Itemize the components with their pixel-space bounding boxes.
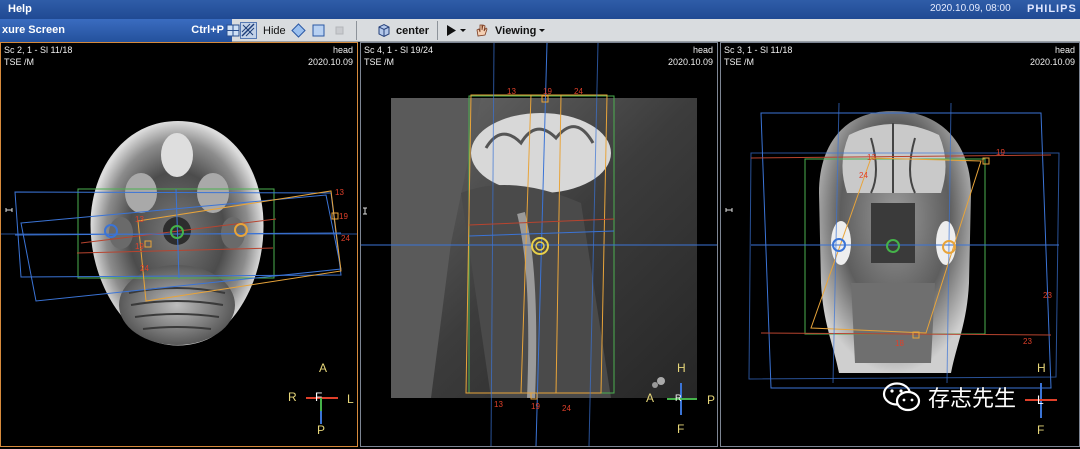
stack-number-label: 13: [335, 188, 344, 197]
watermark-text: 存志先生: [928, 387, 1017, 412]
orientation-top: H: [1037, 361, 1046, 375]
orientation-right: P: [707, 393, 716, 407]
axial-mri-image: [1, 121, 357, 424]
orientation-bottom: P: [317, 423, 326, 437]
sagittal-mri-image: [361, 43, 717, 446]
toolbar-divider: [437, 21, 438, 40]
stack-number-label: 23: [1043, 291, 1052, 300]
diamond-icon[interactable]: [291, 22, 306, 39]
viewing-label: Viewing: [495, 24, 537, 37]
stack-number-label: 24: [341, 234, 350, 243]
disabled-tool-icon: [332, 22, 347, 39]
orientation-left: R: [288, 390, 297, 404]
viewport-sagittal[interactable]: Sc 4, 1 - Sl 19/24 TSE /M head 2020.10.0…: [360, 42, 718, 447]
center-button[interactable]: center: [376, 22, 429, 39]
orientation-top: H: [677, 361, 686, 375]
center-label: center: [396, 24, 430, 37]
chevron-down-icon: [539, 29, 546, 32]
chevron-down-icon: [460, 29, 466, 32]
viewport-axial[interactable]: Sc 2, 1 - Sl 11/18 TSE /M head 2020.10.0…: [0, 42, 358, 447]
brand-logo: PHILIPS: [1027, 3, 1077, 15]
cube-icon: [378, 23, 390, 38]
watermark: 存志先生: [882, 380, 1016, 414]
stack-number-label: 13: [867, 153, 876, 162]
hide-button[interactable]: Hide: [263, 22, 286, 39]
orientation-center: R: [675, 393, 682, 403]
stack-number-label: 24: [574, 87, 583, 96]
stack-number-label: 24: [859, 171, 868, 180]
orientation-right: L: [347, 392, 354, 406]
orientation-left: A: [646, 391, 655, 405]
square-icon[interactable]: [311, 22, 326, 39]
orientation-top: A: [319, 361, 328, 375]
stack-number-label: 24: [140, 264, 149, 273]
orientation-center: F: [315, 390, 323, 404]
grid-icon[interactable]: [226, 22, 241, 39]
menu-help[interactable]: Help: [8, 3, 32, 15]
stack-number-label: 19: [543, 87, 552, 96]
shortcut-label: Ctrl+P: [191, 24, 224, 36]
stack-number-label: 13: [507, 87, 516, 96]
hide-label: Hide: [263, 24, 286, 37]
orientation-bottom: F: [1037, 423, 1045, 437]
stack-number-label: 13: [494, 400, 503, 409]
play-button[interactable]: [444, 22, 467, 39]
title-bar: Help 2020.10.09, 08:00 PHILIPS: [0, 0, 1080, 19]
stack-number-label: 19: [996, 148, 1005, 157]
stack-number-label: 13: [135, 215, 144, 224]
wechat-icon: [882, 382, 921, 412]
planning-lines-toggle-icon[interactable]: [240, 22, 257, 39]
stack-number-label: 19: [135, 242, 144, 251]
stack-number-label: 18: [895, 339, 904, 348]
capture-screen-menu-item[interactable]: xure Screen Ctrl+P: [0, 19, 232, 42]
capture-screen-label: xure Screen: [2, 24, 65, 36]
play-icon: [447, 25, 456, 36]
stack-number-label: 24: [562, 404, 571, 413]
stack-number-label: 19: [531, 402, 540, 411]
orientation-bottom: F: [677, 422, 685, 436]
stack-number-label: 23: [1023, 337, 1032, 346]
viewing-menu-button[interactable]: Viewing: [474, 22, 546, 39]
hand-icon: [476, 24, 488, 37]
datetime-label: 2020.10.09, 08:00: [930, 3, 1011, 14]
toolbar-divider: [356, 21, 357, 40]
orientation-center: L: [1037, 393, 1044, 407]
stack-number-label: 19: [339, 212, 348, 221]
